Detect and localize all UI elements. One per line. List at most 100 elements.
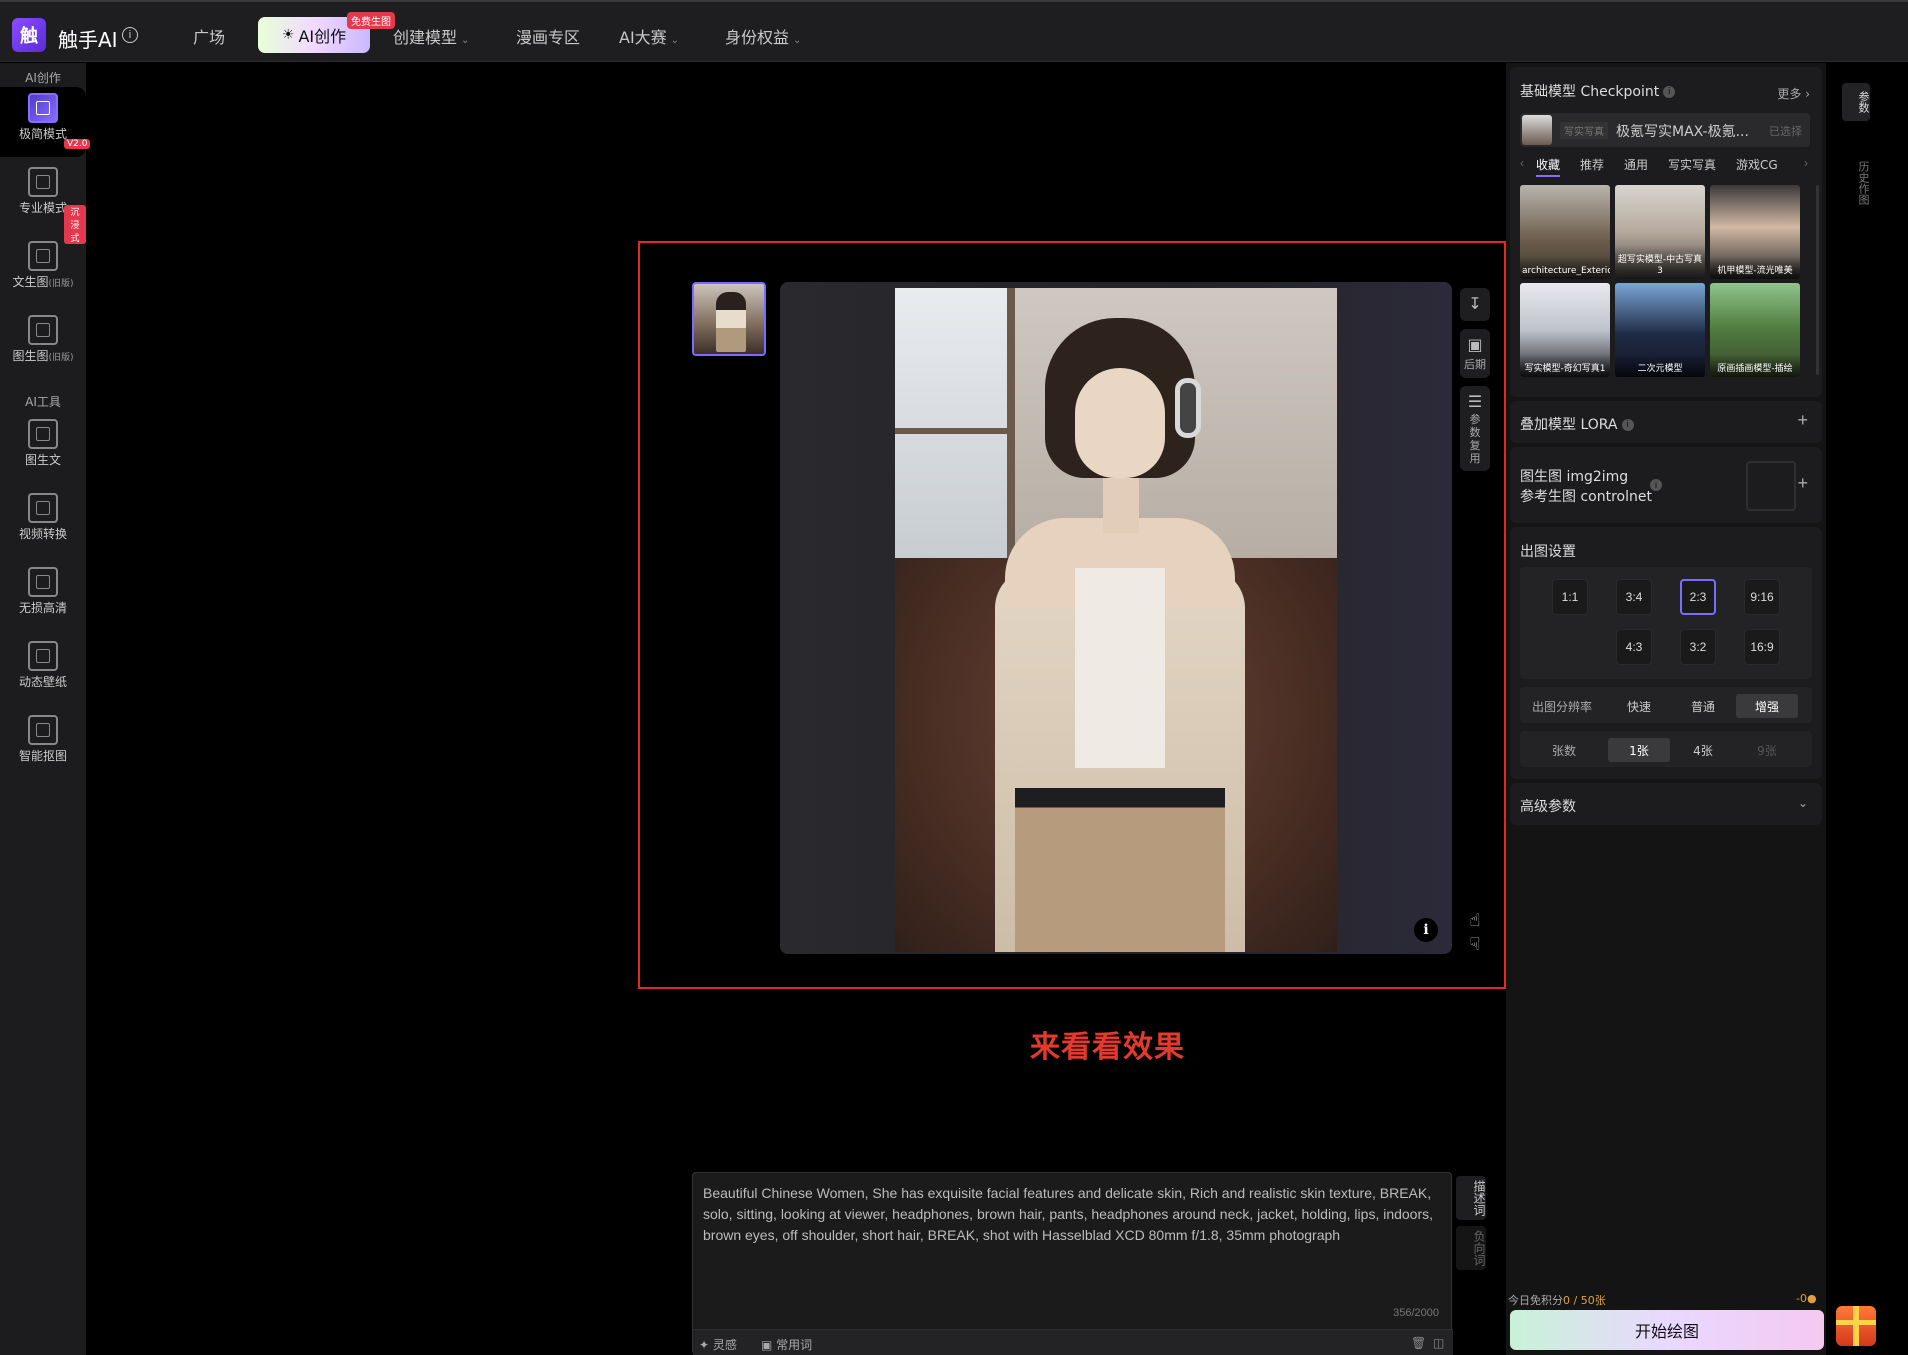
image-info-button[interactable]: i	[1414, 918, 1438, 942]
count-4[interactable]: 4张	[1672, 738, 1734, 762]
nav-contest[interactable]: AI大赛 ⌄	[619, 24, 679, 48]
tab-recommended[interactable]: 推荐	[1580, 156, 1604, 173]
nav-ai-create-label: AI创作	[298, 27, 347, 46]
chevron-down-icon: ⌄	[670, 35, 680, 46]
nav-comics[interactable]: 漫画专区	[516, 24, 580, 48]
resolution-fast[interactable]: 快速	[1608, 694, 1670, 718]
common-words-button[interactable]: ▣ 常用词	[761, 1336, 812, 1353]
video-convert-icon	[28, 493, 58, 523]
trash-icon[interactable]: 🗑	[1411, 1336, 1426, 1350]
advanced-params-title: 高级参数	[1520, 799, 1576, 815]
sidebar-item-smart-cutout[interactable]: 智能抠图	[0, 709, 86, 779]
sidebar-item-live-wallpaper[interactable]: 动态壁纸	[0, 635, 86, 705]
info-icon[interactable]: i	[1650, 479, 1662, 491]
generated-image[interactable]	[895, 288, 1337, 952]
advanced-params-section[interactable]: 高级参数 ⌄	[1510, 783, 1822, 825]
app-title[interactable]: 触手AI	[58, 24, 118, 53]
live-wallpaper-icon	[28, 641, 58, 671]
prompt-textarea[interactable]: Beautiful Chinese Women, She has exquisi…	[703, 1183, 1438, 1246]
ratio-1-1[interactable]: 1:1	[1552, 579, 1588, 615]
count-9[interactable]: 9张	[1736, 738, 1798, 762]
ratio-4-3[interactable]: 4:3	[1616, 629, 1652, 665]
ratio-3-4[interactable]: 3:4	[1616, 579, 1652, 615]
add-reference-icon[interactable]: +	[1797, 473, 1808, 494]
more-label: 更多	[1777, 87, 1802, 101]
model-card-label: 写实模型-奇幻写真1	[1520, 354, 1610, 377]
lora-title-text: 叠加模型 LORA	[1520, 417, 1618, 433]
model-card[interactable]: 原画插画模型-插绘	[1710, 283, 1800, 377]
nav-plaza[interactable]: 广场	[193, 24, 225, 48]
char-counter: 356/2000	[1393, 1307, 1439, 1319]
chevron-left-icon[interactable]: ‹	[1520, 156, 1524, 170]
thumbs-up-icon[interactable]: ☝	[1463, 910, 1487, 930]
download-button[interactable]: ↧	[1460, 288, 1490, 321]
info-icon[interactable]: i	[1663, 86, 1676, 98]
count-1[interactable]: 1张	[1608, 738, 1670, 762]
chevron-down-icon: ⌄	[793, 35, 802, 46]
nav-comics-label: 漫画专区	[516, 28, 581, 47]
lora-title: 叠加模型 LORA i	[1520, 414, 1634, 434]
sidebar-item-video-convert[interactable]: 视频转换	[0, 487, 86, 557]
inspire-icon: ✦	[699, 1338, 713, 1352]
resolution-selector: 出图分辨率 快速 普通 增强	[1520, 687, 1812, 723]
result-thumbnail[interactable]	[692, 282, 766, 356]
info-icon[interactable]: i	[1621, 419, 1634, 431]
tab-realistic[interactable]: 写实写真	[1668, 156, 1716, 173]
model-card[interactable]: architecture_Exterior	[1520, 185, 1610, 279]
model-card[interactable]: 超写实模型-中古写真3	[1615, 185, 1705, 279]
model-grid-scrollbar[interactable]	[1816, 185, 1819, 375]
tab-negative-prompt[interactable]: 负向词	[1456, 1226, 1486, 1270]
image-viewer	[780, 282, 1452, 954]
sidebar-item-text-to-image[interactable]: 文生图(旧版)	[0, 235, 86, 305]
tab-positive-prompt[interactable]: 描述词	[1456, 1176, 1486, 1220]
img2img-section[interactable]: 图生图 img2img 参考生图 controlnet i +	[1510, 447, 1822, 523]
aspect-ratio-selector: 1:1 3:4 2:3 9:16 4:3 3:2 16:9	[1520, 567, 1812, 679]
thumbs-down-icon[interactable]: ☟	[1463, 934, 1487, 954]
model-grid: architecture_Exterior 超写实模型-中古写真3 机甲模型-流…	[1520, 185, 1812, 377]
more-models-link[interactable]: 更多 ›	[1777, 85, 1810, 102]
post-edit-button[interactable]: ▣ 后期	[1460, 329, 1490, 378]
tab-general[interactable]: 通用	[1624, 156, 1648, 173]
gift-icon[interactable]	[1836, 1306, 1876, 1346]
save-icon[interactable]: ◫	[1433, 1336, 1444, 1350]
model-card[interactable]: 写实模型-奇幻写真1	[1520, 283, 1610, 377]
start-drawing-button[interactable]: 开始绘图	[1510, 1310, 1824, 1350]
ratio-3-2[interactable]: 3:2	[1680, 629, 1716, 665]
add-lora-icon[interactable]: +	[1797, 410, 1808, 431]
sidebar-item-image-to-text[interactable]: 图生文	[0, 413, 86, 483]
ratio-9-16[interactable]: 9:16	[1744, 579, 1780, 615]
tab-favorites[interactable]: 收藏	[1536, 156, 1561, 177]
bulb-icon: ☀	[281, 27, 295, 43]
nav-membership[interactable]: 身份权益 ⌄	[725, 24, 801, 48]
top-navbar: 触 触手AI i 广场 ☀ AI创作 免费生图 创建模型 ⌄ 漫画专区 AI大赛 ⌄…	[0, 0, 1908, 62]
resolution-enhanced[interactable]: 增强	[1736, 694, 1798, 718]
reuse-params-button[interactable]: ☰ 参数复用	[1460, 386, 1490, 471]
ratio-2-3[interactable]: 2:3	[1680, 579, 1716, 615]
model-card[interactable]: 机甲模型-流光唯美	[1710, 185, 1800, 279]
sidebar-item-image-to-image[interactable]: 图生图(旧版)	[0, 309, 86, 379]
tab-history[interactable]: 历史作图	[1842, 153, 1870, 213]
model-card-label: 超写实模型-中古写真3	[1615, 245, 1705, 279]
output-settings-title: 出图设置	[1520, 544, 1576, 560]
app-logo[interactable]: 触	[12, 18, 46, 52]
lora-section[interactable]: 叠加模型 LORA i +	[1510, 401, 1822, 443]
reuse-params-label: 参数复用	[1469, 413, 1481, 465]
version-badge: V2.0	[64, 139, 91, 149]
sidebar-item-simple-mode[interactable]: 极简模式 V2.0	[0, 87, 91, 157]
info-icon[interactable]: i	[122, 27, 138, 43]
chevron-right-icon[interactable]: ›	[1804, 156, 1808, 170]
ratio-16-9[interactable]: 16:9	[1744, 629, 1780, 665]
tab-game-cg[interactable]: 游戏CG	[1736, 156, 1778, 173]
model-card[interactable]: 二次元模型	[1615, 283, 1705, 377]
sidebar-item-pro-mode[interactable]: 专业模式 沉浸式	[0, 161, 86, 244]
sidebar-item-label: 图生图	[12, 349, 49, 363]
model-card-label: 原画插画模型-插绘	[1710, 354, 1800, 377]
effect-caption: 来看看效果	[1030, 1030, 1185, 1065]
sidebar-item-hd-upscale[interactable]: 无损高清	[0, 561, 86, 631]
resolution-normal[interactable]: 普通	[1672, 694, 1734, 718]
inspire-button[interactable]: ✦ 灵感	[699, 1336, 737, 1353]
tab-params[interactable]: 参数	[1842, 83, 1870, 121]
selected-model[interactable]: 写实写真 极氪写实MAX-极氪... 已选择	[1520, 113, 1810, 147]
nav-create-model[interactable]: 创建模型 ⌄	[393, 24, 469, 48]
checkpoint-title-text: 基础模型 Checkpoint	[1520, 84, 1660, 100]
